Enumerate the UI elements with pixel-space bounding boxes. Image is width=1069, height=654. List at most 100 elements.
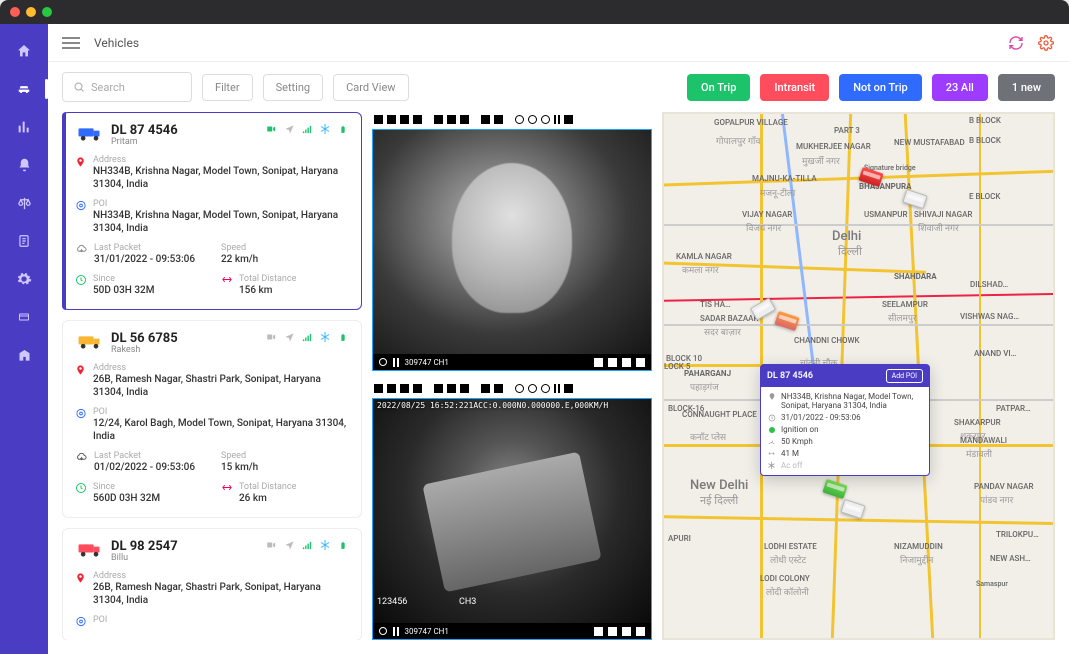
map-label: SHAHDARA [894, 272, 937, 281]
fullscreen-icon[interactable] [636, 627, 645, 636]
filter-intransit-button[interactable]: Intransit [760, 74, 829, 101]
map-label: सदर बाज़ार [704, 325, 741, 338]
clock-icon [75, 274, 87, 297]
map-marker[interactable] [822, 479, 847, 499]
pin-icon [767, 392, 776, 401]
setting-button[interactable]: Setting [263, 74, 324, 101]
map-label: B BLOCK [969, 116, 1001, 125]
map-label: SHIVAJI NAGAR [914, 210, 972, 219]
filter-button[interactable]: Filter [202, 74, 253, 101]
map-label: निजामुद्दीन [900, 553, 933, 566]
video-player[interactable]: 2022/08/25 16:52:221ACC:0.000N0.000000.E… [372, 398, 652, 640]
menu-toggle[interactable] [62, 37, 80, 49]
nav-home[interactable] [9, 38, 39, 64]
expand-icon[interactable] [622, 627, 631, 636]
map-panel[interactable]: GOPALPUR VILLAGE गोपालपुर गाँव PART 3 MU… [662, 112, 1055, 640]
video-overlay-channel: CH3 [459, 597, 476, 607]
filter-all-button[interactable]: 23 All [932, 74, 988, 101]
video-controls[interactable]: 309747 CH1 [373, 354, 651, 370]
popup-ignition: Ignition on [781, 425, 819, 434]
map-label: मंडावली [966, 447, 992, 460]
map-label: MUKHERJEE NAGAR [796, 142, 871, 151]
nav-docs[interactable] [9, 228, 39, 254]
pin-icon [75, 572, 87, 584]
ignition-dot [769, 427, 775, 433]
map-label: दिल्ली [838, 244, 862, 259]
camera-icon [265, 539, 277, 551]
add-poi-button[interactable]: Add POI [886, 369, 923, 383]
search-input[interactable]: Search [62, 72, 192, 102]
map-label: CHANDNI CHOWK [794, 336, 860, 345]
nav-org[interactable] [9, 342, 39, 368]
map-label: VISHWAS NAG… [960, 312, 1019, 321]
battery-icon [337, 123, 349, 135]
filter-new-button[interactable]: 1 new [998, 74, 1055, 101]
expand-icon[interactable] [622, 358, 631, 367]
window-max-dot[interactable] [42, 7, 52, 17]
poi-icon [75, 616, 87, 628]
vehicle-card[interactable]: DL 98 2547 Billu Address26B, [62, 528, 362, 640]
view-toggle-button[interactable]: Card View [333, 74, 408, 101]
toolbar: Search Filter Setting Card View On Trip … [48, 62, 1069, 112]
nav-trips[interactable] [9, 304, 39, 330]
video-controls[interactable]: 309747 CH1 [373, 623, 651, 639]
nav-reports[interactable] [9, 114, 39, 140]
pause-icon[interactable] [393, 627, 399, 636]
map-marker[interactable] [774, 311, 799, 331]
filter-ontrip-button[interactable]: On Trip [687, 74, 750, 101]
map-label: नई दिल्ली [700, 493, 738, 508]
map-label: LODHI ESTATE [764, 542, 817, 551]
mic-icon[interactable] [608, 358, 617, 367]
record-icon[interactable] [379, 358, 387, 366]
pin-icon [75, 364, 87, 376]
battery-icon [337, 331, 349, 343]
mic-icon[interactable] [608, 627, 617, 636]
record-icon[interactable] [379, 627, 387, 635]
nav-alerts[interactable] [9, 152, 39, 178]
map-label: NEW ASH… [990, 554, 1031, 563]
truck-icon [75, 123, 103, 143]
map-label: ANAND VI… [974, 349, 1016, 358]
map-label: SHAKARPUR [954, 418, 1001, 427]
vehicle-card[interactable]: DL 87 4546 Pritam AddressNH33 [62, 112, 362, 310]
nav-vehicles[interactable] [9, 76, 39, 102]
map-label: SADAR BAZAAR [700, 314, 759, 323]
signal-icon [301, 123, 313, 135]
snapshot-icon[interactable] [594, 627, 603, 636]
map-label: TRILOKPU… [996, 530, 1039, 539]
popup-title: DL 87 4546 [767, 371, 813, 381]
vehicle-card[interactable]: DL 56 6785 Rakesh Address26B, [62, 320, 362, 518]
map-label: B BLOCK [969, 136, 1001, 145]
map-marker[interactable] [840, 499, 865, 519]
video-layout-toolbar[interactable] [372, 112, 652, 126]
map-label: पहाड़गंज [690, 380, 719, 393]
map-label: Samaspur [976, 580, 1008, 588]
map-marker[interactable] [902, 189, 927, 209]
video-player[interactable]: 309747 CH1 [372, 129, 652, 371]
truck-icon [75, 331, 103, 351]
location-icon [283, 539, 295, 551]
snapshot-icon[interactable] [594, 358, 603, 367]
filter-notontrip-button[interactable]: Not on Trip [839, 74, 921, 101]
refresh-icon[interactable] [1007, 34, 1025, 52]
snowflake-icon [319, 123, 331, 135]
nav-settings[interactable] [9, 266, 39, 292]
fullscreen-icon[interactable] [636, 358, 645, 367]
ac-icon [767, 461, 776, 470]
topbar: Vehicles [48, 24, 1069, 62]
map-label: PART 3 [834, 126, 860, 135]
sidebar [0, 24, 48, 654]
popup-distance: 41 M [781, 449, 799, 458]
battery-icon [337, 539, 349, 551]
map-label: कमला नगर [682, 263, 719, 276]
window-close-dot[interactable] [10, 7, 20, 17]
driver-name: Billu [111, 553, 178, 563]
settings-icon[interactable] [1037, 34, 1055, 52]
nav-scales[interactable] [9, 190, 39, 216]
window-min-dot[interactable] [26, 7, 36, 17]
signal-icon [301, 539, 313, 551]
clock-icon [75, 482, 87, 505]
pause-icon[interactable] [393, 358, 399, 367]
clock-icon [767, 413, 776, 422]
video-layout-toolbar[interactable] [372, 381, 652, 395]
